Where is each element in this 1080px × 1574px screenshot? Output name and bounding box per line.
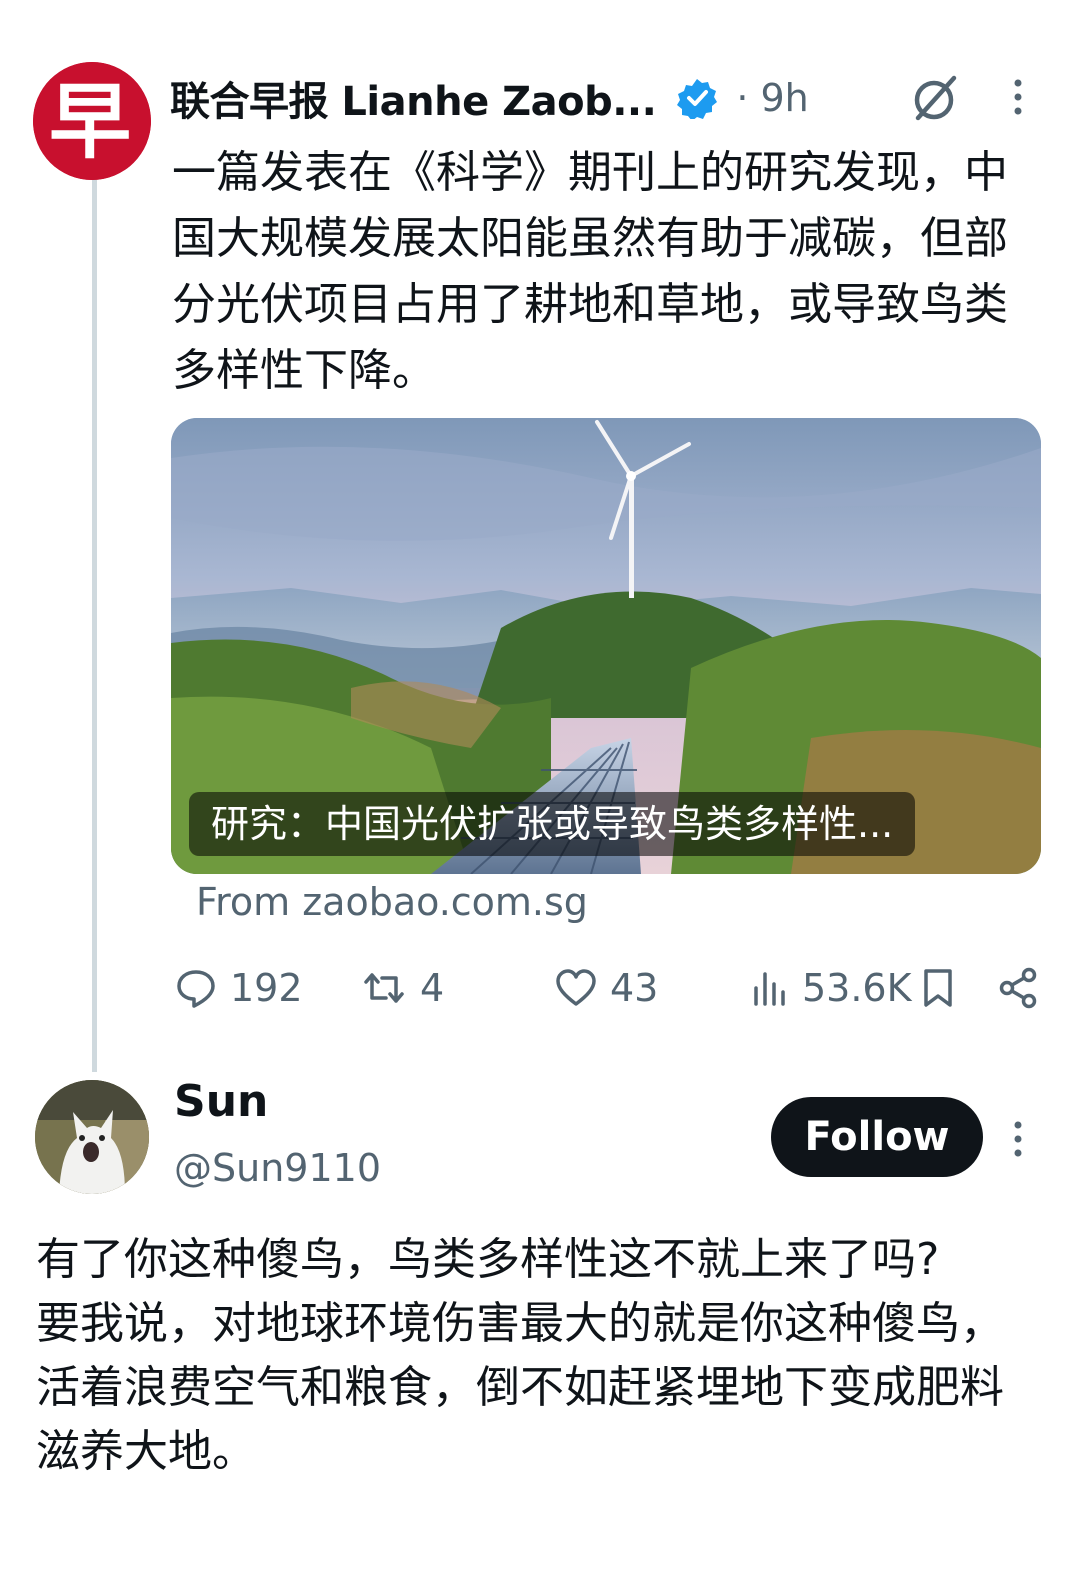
bookmark-icon [924, 969, 952, 1007]
sun-avatar[interactable] [35, 1080, 149, 1194]
svg-text:早: 早 [49, 74, 131, 170]
more-vertical-icon[interactable] [1004, 1118, 1032, 1160]
tweet-timestamp[interactable]: · 9h [736, 76, 808, 120]
reply-author-name[interactable]: Sun [174, 1076, 268, 1127]
like-button[interactable]: 43 [554, 960, 658, 1016]
repost-count: 4 [420, 966, 445, 1010]
views-chart-icon [754, 972, 785, 1006]
tweet-action-bar: 192 4 43 53.6K [0, 960, 1080, 1016]
bookmark-button[interactable] [918, 960, 958, 1016]
card-title: 研究：中国光伏扩张或导致鸟类多样性... [189, 792, 916, 856]
repost-icon [364, 973, 404, 1003]
views-button[interactable]: 53.6K [748, 960, 912, 1016]
author-display-name[interactable]: 联合早报 Lianhe Zaob... [170, 69, 657, 127]
tweet-header: 联合早报 Lianhe Zaob... · 9h [170, 66, 809, 130]
zaobao-avatar[interactable]: 早 [33, 62, 151, 180]
cat-avatar-image [35, 1080, 149, 1194]
thread-connector-line [92, 172, 97, 1072]
share-button[interactable] [996, 960, 1040, 1016]
link-preview-card[interactable]: 研究：中国光伏扩张或导致鸟类多样性... [171, 418, 1041, 874]
repost-button[interactable]: 4 [360, 960, 444, 1016]
reply-button[interactable]: 192 [174, 960, 303, 1016]
reply-body-text: 有了你这种傻鸟，鸟类多样性这不就上来了吗? 要我说，对地球环境伤害最大的就是你这… [36, 1234, 1004, 1477]
heart-icon [556, 969, 596, 1006]
tweet-body-text: 一篇发表在《科学》期刊上的研究发现，中国大规模发展太阳能虽然有助于减碳，但部分光… [172, 147, 1008, 396]
grok-icon[interactable] [908, 70, 964, 126]
reply-count: 192 [230, 966, 303, 1010]
views-count: 53.6K [802, 966, 912, 1010]
card-source-domain[interactable]: From zaobao.com.sg [196, 880, 588, 924]
follow-button[interactable]: Follow [771, 1097, 983, 1177]
reply-icon [177, 970, 215, 1008]
more-vertical-icon[interactable] [1004, 76, 1032, 118]
share-icon [999, 967, 1037, 1009]
like-count: 43 [610, 966, 659, 1010]
reply-author-handle[interactable]: @Sun9110 [174, 1146, 381, 1190]
zaobao-logo-icon: 早 [33, 62, 151, 180]
verified-badge-icon[interactable] [676, 77, 718, 119]
